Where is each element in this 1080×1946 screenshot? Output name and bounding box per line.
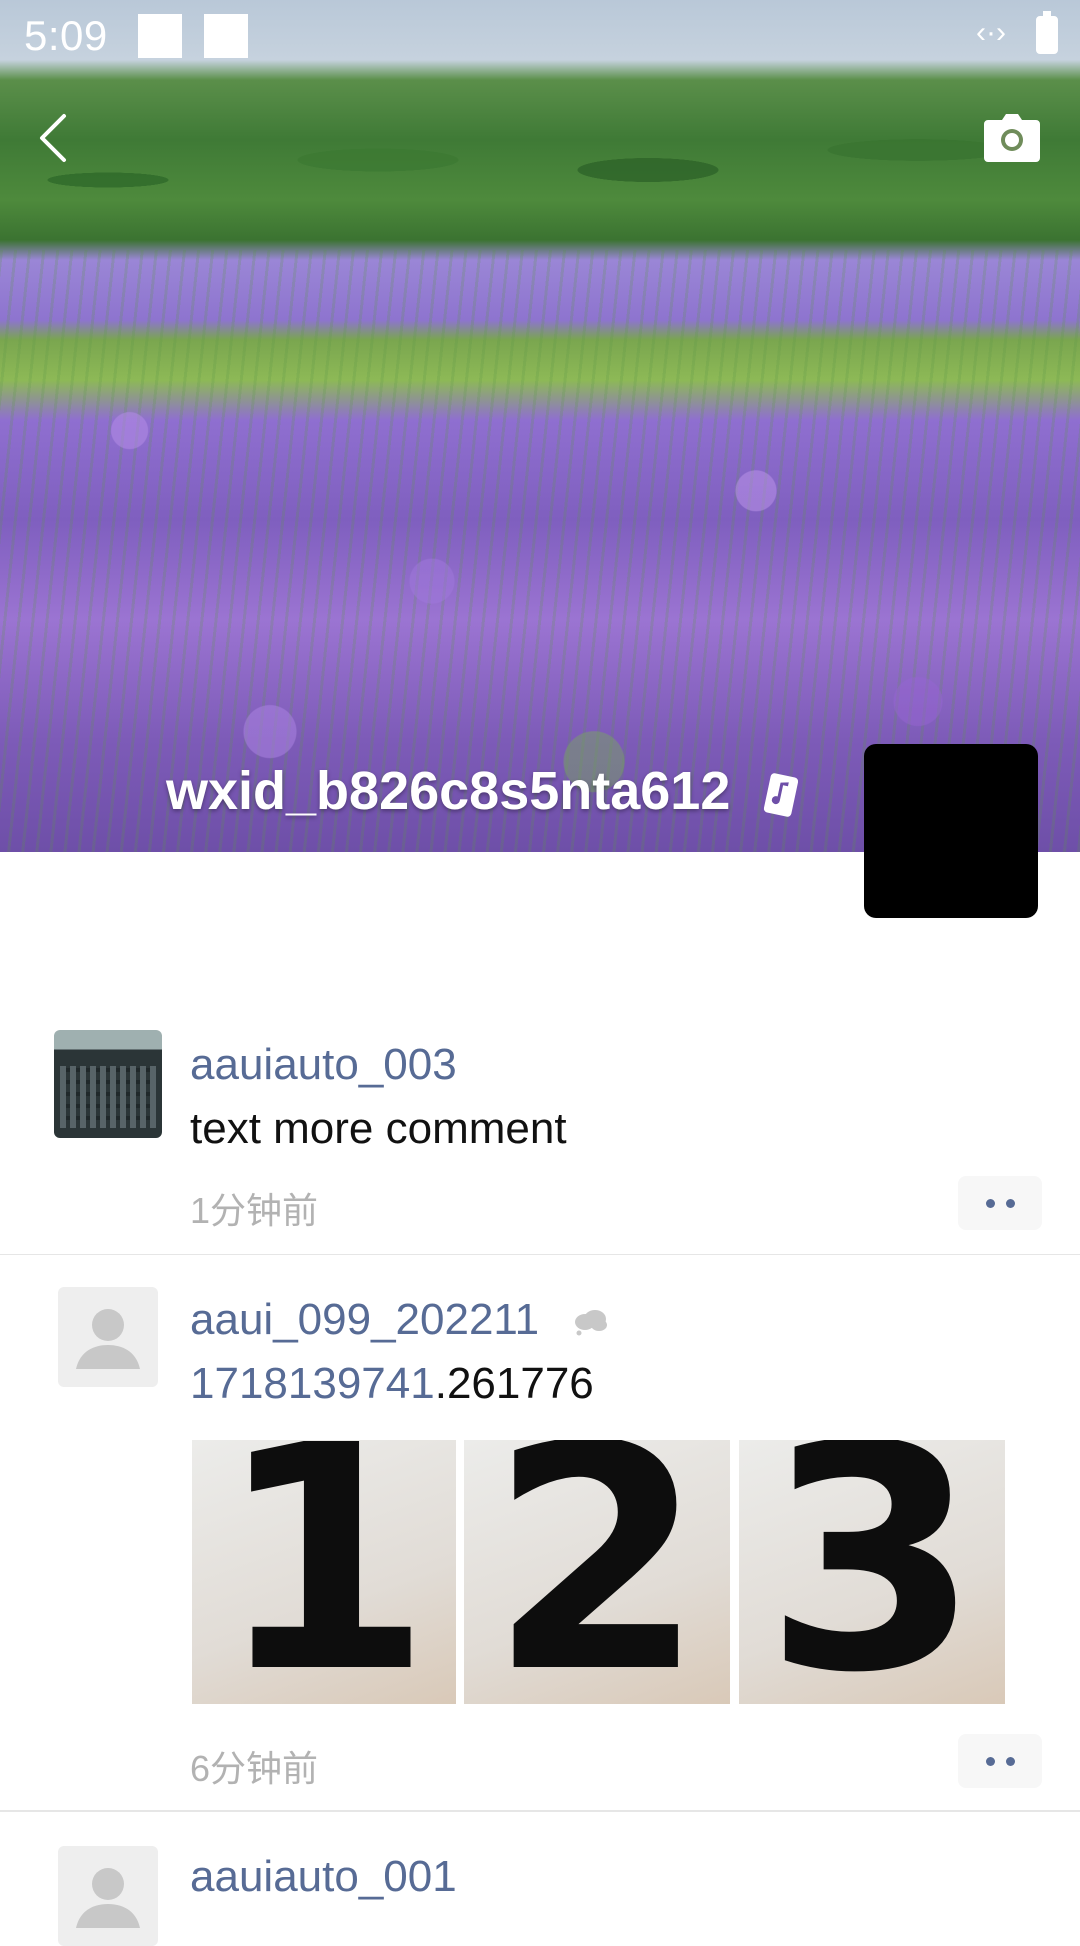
cloud-status-icon xyxy=(575,1310,608,1336)
dot-icon xyxy=(986,1757,995,1766)
image-digit: 2 xyxy=(489,1440,705,1704)
post-username-text: aaui_099_202211 xyxy=(190,1295,540,1344)
post-username[interactable]: aauiauto_003 xyxy=(190,1040,457,1090)
chevron-left-icon xyxy=(40,114,66,162)
cover-photo[interactable] xyxy=(0,0,1080,852)
post-images: 1 2 3 xyxy=(192,1440,1008,1704)
post-text: 1718139741.261776 xyxy=(190,1359,594,1409)
data-sync-icon: ‹·› xyxy=(976,16,1006,49)
status-bar: 5:09 ‹·› xyxy=(0,0,1080,74)
cover-trees xyxy=(0,60,1080,260)
avatar[interactable] xyxy=(54,1030,162,1138)
post-username[interactable]: aauiauto_001 xyxy=(190,1852,457,1902)
avatar[interactable] xyxy=(58,1287,158,1387)
notification-icon xyxy=(138,14,182,58)
default-avatar-icon xyxy=(76,1868,140,1928)
battery-icon xyxy=(1036,11,1058,54)
more-options-button[interactable] xyxy=(958,1734,1042,1788)
dot-icon xyxy=(986,1199,995,1208)
post-username[interactable]: aaui_099_202211 xyxy=(190,1295,609,1345)
profile-name[interactable]: wxid_b826c8s5nta612 xyxy=(166,760,801,830)
feed-post: aauiauto_003 text more comment 1分钟前 xyxy=(0,1000,1080,1255)
post-image[interactable]: 1 xyxy=(192,1440,456,1704)
profile-avatar[interactable] xyxy=(864,744,1038,918)
status-time: 5:09 xyxy=(24,12,108,59)
divider xyxy=(0,1810,1080,1811)
back-button[interactable] xyxy=(28,108,78,168)
image-digit: 1 xyxy=(216,1440,432,1704)
default-avatar-icon xyxy=(76,1309,140,1369)
music-note-badge-icon xyxy=(764,773,799,817)
post-time: 1分钟前 xyxy=(190,1190,319,1231)
avatar[interactable] xyxy=(58,1846,158,1946)
post-text-rest: .261776 xyxy=(434,1359,594,1408)
post-image[interactable]: 2 xyxy=(464,1440,730,1704)
camera-button[interactable] xyxy=(984,114,1040,162)
more-options-button[interactable] xyxy=(958,1176,1042,1230)
profile-name-text: wxid_b826c8s5nta612 xyxy=(166,761,731,821)
dot-icon xyxy=(1006,1757,1015,1766)
post-image[interactable]: 3 xyxy=(739,1440,1005,1704)
post-time: 6分钟前 xyxy=(190,1748,319,1789)
dot-icon xyxy=(1006,1199,1015,1208)
post-text: text more comment xyxy=(190,1104,567,1153)
image-digit: 3 xyxy=(764,1440,980,1704)
camera-icon xyxy=(984,114,1040,162)
post-text-link[interactable]: 1718139741 xyxy=(190,1359,435,1408)
notification-icon xyxy=(204,14,248,58)
